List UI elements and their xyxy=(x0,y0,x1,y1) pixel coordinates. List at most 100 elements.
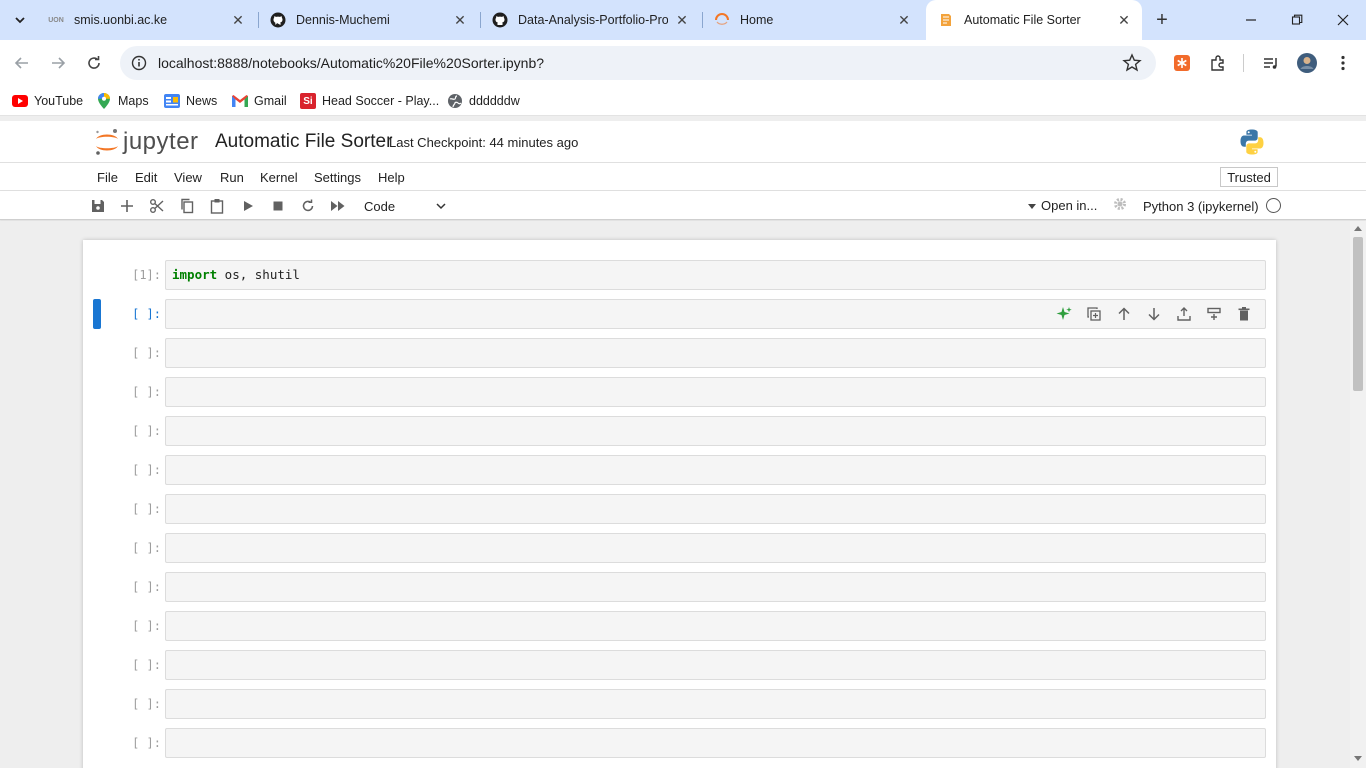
code-cell[interactable]: [ ]: xyxy=(83,494,1276,524)
close-icon[interactable]: ✕ xyxy=(452,12,468,28)
save-button[interactable] xyxy=(89,197,107,215)
tab-home[interactable]: Home ✕ xyxy=(702,6,922,34)
close-icon[interactable]: ✕ xyxy=(896,12,912,28)
restart-run-all-button[interactable] xyxy=(329,197,347,215)
forward-button[interactable] xyxy=(43,48,73,78)
star-icon[interactable] xyxy=(1122,53,1142,76)
new-tab-button[interactable]: + xyxy=(1150,8,1174,32)
bookmark-ddddddw[interactable]: ddddddw xyxy=(447,92,520,110)
minimize-button[interactable] xyxy=(1228,0,1274,40)
duplicate-cell-icon[interactable] xyxy=(1085,305,1103,323)
cell-editor[interactable] xyxy=(165,299,1266,329)
tab-dennis-muchemi[interactable]: Dennis-Muchemi ✕ xyxy=(258,6,478,34)
close-icon[interactable]: ✕ xyxy=(1116,12,1132,28)
jupyter-logo[interactable]: jupyter xyxy=(94,127,199,157)
reload-button[interactable] xyxy=(79,48,109,78)
code-cell[interactable]: [ ]: xyxy=(83,728,1276,758)
tab-smis[interactable]: UON smis.uonbi.ac.ke ✕ xyxy=(36,6,256,34)
cell-editor[interactable] xyxy=(165,377,1266,407)
info-icon[interactable] xyxy=(128,52,150,74)
cell-type-select[interactable]: Code xyxy=(364,197,446,215)
code-cell[interactable]: [ ]: xyxy=(83,533,1276,563)
insert-above-icon[interactable] xyxy=(1175,305,1193,323)
more-options-icon[interactable] xyxy=(1330,50,1356,76)
menu-kernel[interactable]: Kernel xyxy=(260,170,298,185)
notebook-icon xyxy=(938,12,954,28)
back-button[interactable] xyxy=(7,48,37,78)
extension-asterisk-icon[interactable] xyxy=(1169,50,1195,76)
bookmark-label: ddddddw xyxy=(469,94,520,108)
move-up-icon[interactable] xyxy=(1115,305,1133,323)
menu-edit[interactable]: Edit xyxy=(135,170,157,185)
code-cell[interactable]: [ ]: xyxy=(83,455,1276,485)
restore-button[interactable] xyxy=(1274,0,1320,40)
cell-editor[interactable] xyxy=(165,494,1266,524)
insert-below-icon[interactable] xyxy=(1205,305,1223,323)
code-cell[interactable]: [ ]: xyxy=(83,377,1276,407)
close-icon xyxy=(1337,14,1349,26)
move-down-icon[interactable] xyxy=(1145,305,1163,323)
cell-editor[interactable] xyxy=(165,650,1266,680)
scroll-down-arrow-icon[interactable] xyxy=(1354,756,1362,761)
copy-button[interactable] xyxy=(178,197,196,215)
notebook-title[interactable]: Automatic File Sorter xyxy=(215,131,392,153)
maps-icon xyxy=(96,93,112,109)
media-control-icon[interactable] xyxy=(1258,50,1284,76)
cell-editor[interactable] xyxy=(165,689,1266,719)
jupyter-spinner-icon xyxy=(714,12,730,28)
tab-search-button[interactable] xyxy=(8,8,32,32)
scroll-up-arrow-icon[interactable] xyxy=(1354,226,1362,231)
cut-button[interactable] xyxy=(148,197,166,215)
code-cell[interactable]: [ ]: xyxy=(83,689,1276,719)
bookmark-youtube[interactable]: YouTube xyxy=(12,92,83,110)
github-icon xyxy=(492,12,508,28)
code-cell[interactable]: [1]: import os, shutil xyxy=(83,260,1276,290)
add-cell-button[interactable] xyxy=(118,197,136,215)
menu-run[interactable]: Run xyxy=(220,170,244,185)
notebook-scrollbar[interactable] xyxy=(1350,221,1366,768)
close-window-button[interactable] xyxy=(1320,0,1366,40)
code-cell[interactable]: [ ]: xyxy=(83,611,1276,641)
close-icon[interactable]: ✕ xyxy=(674,12,690,28)
menu-help[interactable]: Help xyxy=(378,170,405,185)
kernel-settings-gear-icon[interactable] xyxy=(1113,197,1127,214)
interrupt-kernel-button[interactable] xyxy=(269,197,287,215)
address-bar[interactable]: localhost:8888/notebooks/Automatic%20Fil… xyxy=(120,46,1156,80)
menu-view[interactable]: View xyxy=(174,170,202,185)
code-cell[interactable]: [ ]: xyxy=(83,338,1276,368)
tab-automatic-file-sorter[interactable]: Automatic File Sorter ✕ xyxy=(926,0,1142,40)
profile-avatar[interactable] xyxy=(1294,50,1320,76)
cell-editor[interactable] xyxy=(165,338,1266,368)
open-in-dropdown[interactable]: Open in... xyxy=(1027,198,1097,213)
code-cell[interactable]: [ ]: xyxy=(83,650,1276,680)
kernel-name[interactable]: Python 3 (ipykernel) xyxy=(1143,199,1259,214)
cell-editor[interactable] xyxy=(165,416,1266,446)
menu-settings[interactable]: Settings xyxy=(314,170,361,185)
delete-cell-icon[interactable] xyxy=(1235,305,1253,323)
cell-editor[interactable] xyxy=(165,455,1266,485)
bookmark-head-soccer[interactable]: Si Head Soccer - Play... xyxy=(300,92,439,110)
execution-count: [ ]: xyxy=(132,580,161,594)
scrollbar-thumb[interactable] xyxy=(1353,237,1363,391)
code-cell-active[interactable]: [ ]: xyxy=(83,299,1276,329)
restart-kernel-button[interactable] xyxy=(299,197,317,215)
extensions-puzzle-icon[interactable] xyxy=(1205,50,1231,76)
paste-button[interactable] xyxy=(208,197,226,215)
trusted-indicator[interactable]: Trusted xyxy=(1220,167,1278,187)
ai-sparkle-icon[interactable] xyxy=(1055,305,1073,323)
cell-editor[interactable] xyxy=(165,611,1266,641)
code-cell[interactable]: [ ]: xyxy=(83,416,1276,446)
menu-file[interactable]: File xyxy=(97,170,118,185)
run-cell-button[interactable] xyxy=(239,197,257,215)
tab-data-analysis-portfolio[interactable]: Data-Analysis-Portfolio-Proj ✕ xyxy=(480,6,700,34)
cell-editor[interactable]: import os, shutil xyxy=(165,260,1266,290)
cell-editor[interactable] xyxy=(165,533,1266,563)
bookmark-gmail[interactable]: Gmail xyxy=(232,92,287,110)
cell-editor[interactable] xyxy=(165,728,1266,758)
cell-editor[interactable] xyxy=(165,572,1266,602)
code-cell[interactable]: [ ]: xyxy=(83,572,1276,602)
clipboard-icon xyxy=(210,199,224,214)
bookmark-maps[interactable]: Maps xyxy=(96,92,149,110)
close-icon[interactable]: ✕ xyxy=(230,12,246,28)
bookmark-news[interactable]: News xyxy=(164,92,217,110)
